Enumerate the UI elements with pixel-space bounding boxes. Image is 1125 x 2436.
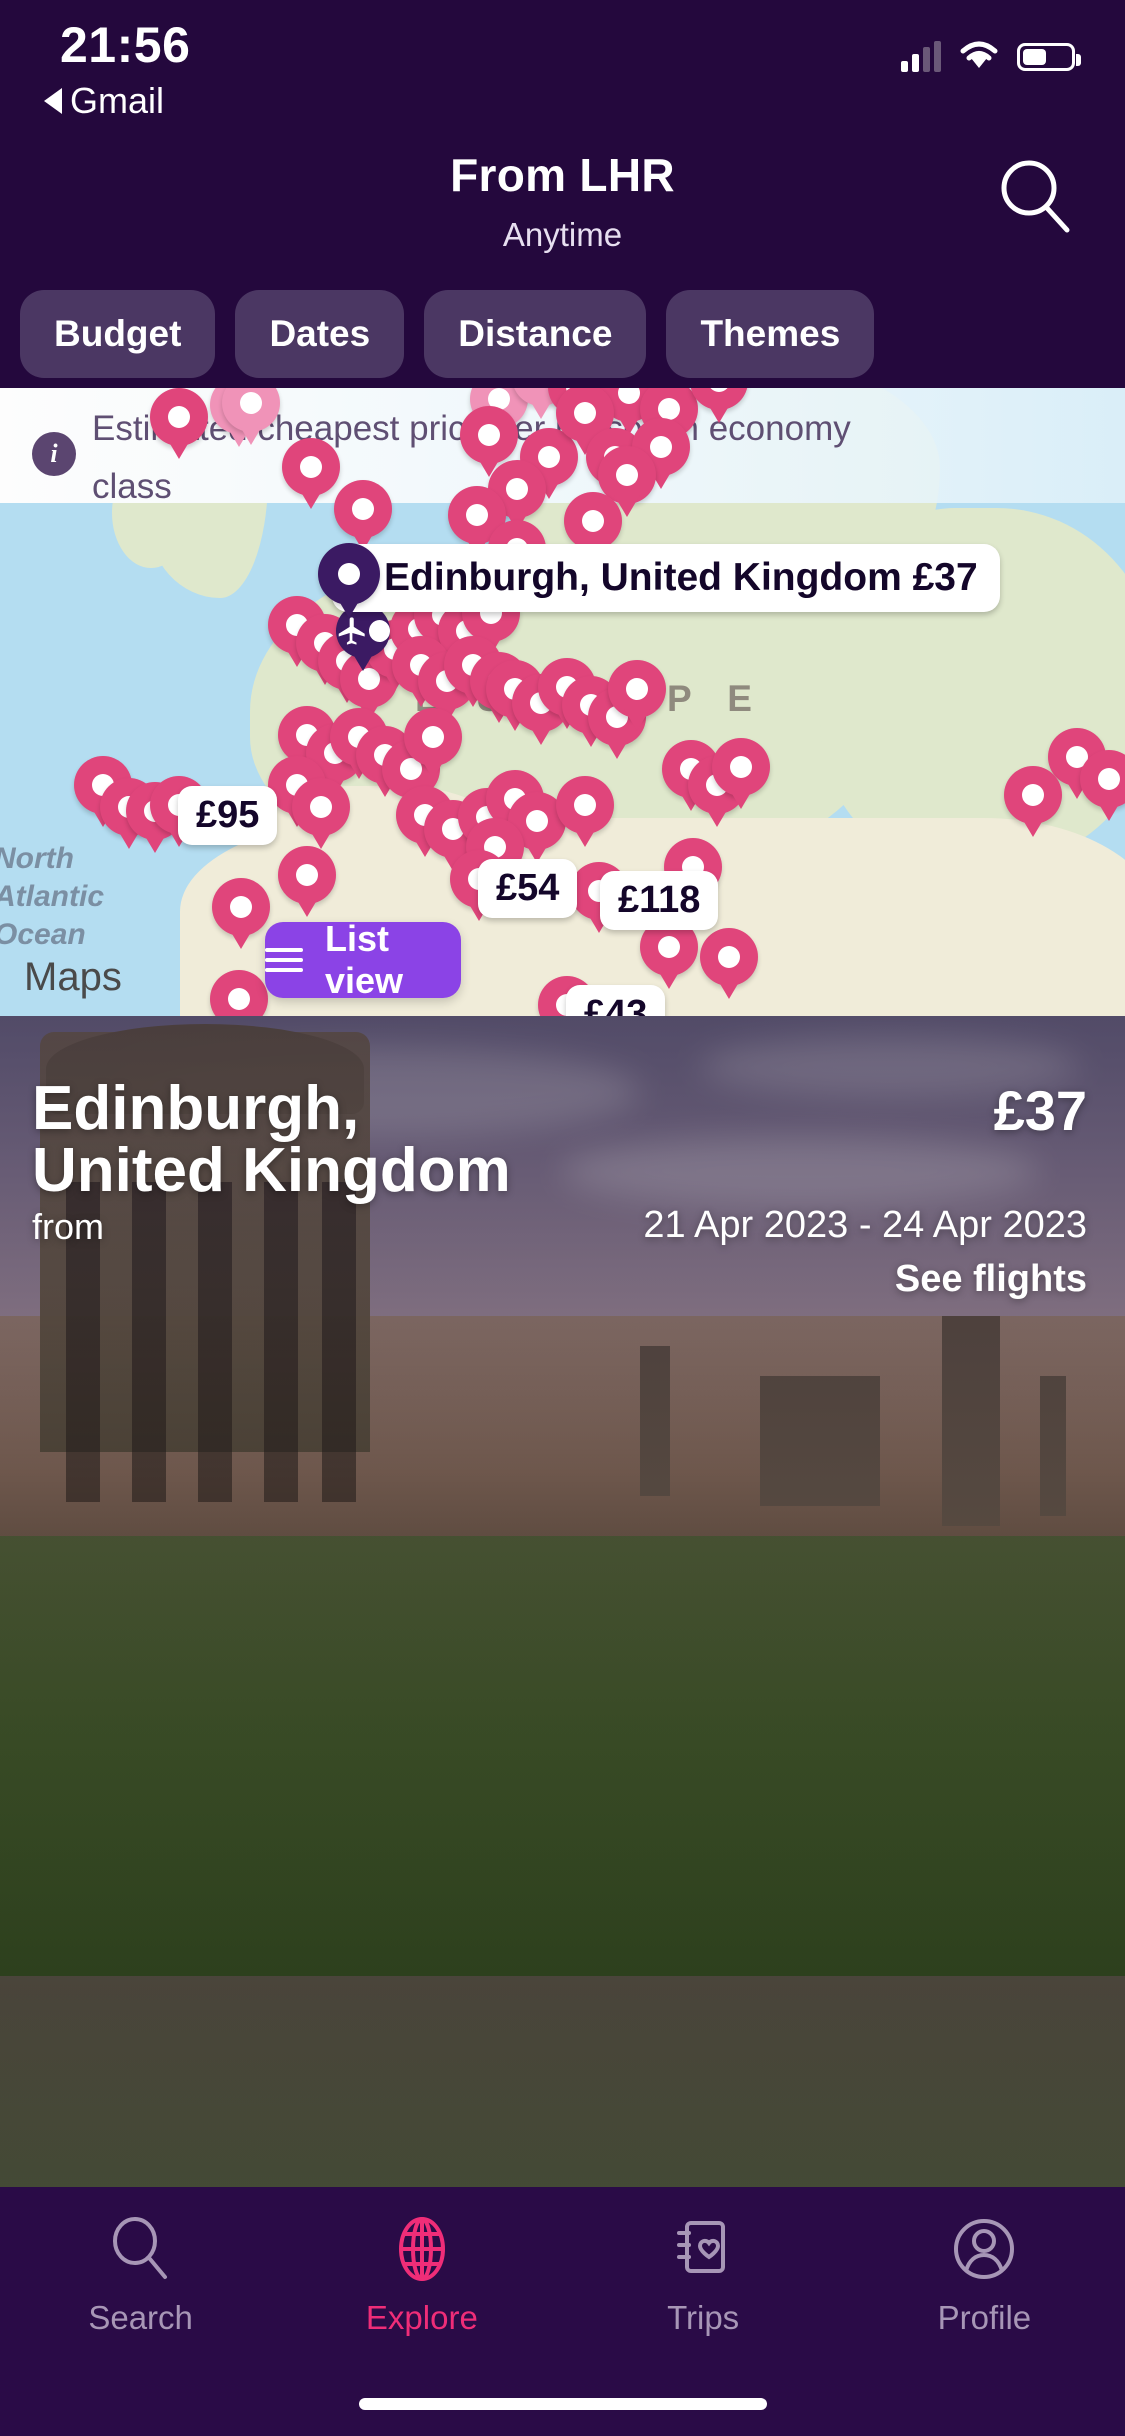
destination-price: £37	[993, 1079, 1087, 1142]
back-to-gmail-button[interactable]: Gmail	[44, 80, 164, 122]
back-arrow-icon	[44, 88, 62, 114]
maps-attribution-label: Maps	[24, 955, 122, 999]
map-pin[interactable]	[690, 388, 748, 423]
status-indicators	[901, 38, 1081, 75]
tab-explore[interactable]: Explore	[281, 2211, 562, 2337]
globe-icon	[398, 2217, 445, 2281]
signal-icon	[901, 40, 941, 72]
map-view[interactable]: E U R O P E NorthAtlanticOcean	[0, 388, 1125, 1016]
filter-chip-distance[interactable]: Distance	[424, 290, 647, 378]
see-flights-button[interactable]: See flights	[895, 1258, 1087, 1301]
map-pin[interactable]	[712, 738, 770, 809]
destination-from-label: from	[32, 1206, 104, 1247]
map-pin[interactable]	[222, 388, 280, 445]
status-bar: 21:56 Gmail	[0, 0, 1125, 132]
filter-chips: Budget Dates Distance Themes	[0, 280, 1125, 388]
map-pin[interactable]	[1004, 766, 1062, 837]
map-price-label[interactable]: £54	[478, 859, 578, 918]
map-pin[interactable]	[212, 878, 270, 949]
tab-label-search: Search	[88, 2299, 193, 2336]
map-pin[interactable]	[334, 480, 392, 551]
tab-label-profile: Profile	[937, 2299, 1032, 2336]
app-header: From LHR Anytime	[0, 132, 1125, 280]
filter-chip-dates[interactable]: Dates	[235, 290, 405, 378]
map-pin[interactable]	[556, 776, 614, 847]
info-icon: i	[32, 432, 76, 476]
destination-dates: 21 Apr 2023 - 24 Apr 2023	[643, 1204, 1087, 1246]
map-pin[interactable]	[278, 846, 336, 917]
filter-chip-budget[interactable]: Budget	[20, 290, 216, 378]
battery-icon	[1017, 42, 1081, 71]
search-icon[interactable]	[993, 154, 1077, 238]
status-time: 21:56	[60, 17, 191, 73]
page-subtitle: Anytime	[502, 216, 623, 253]
map-ocean-label: North Atlantic Ocean	[0, 842, 105, 951]
map-pin[interactable]	[282, 438, 340, 509]
trips-icon	[677, 2221, 726, 2273]
list-view-label: List view	[325, 918, 404, 1001]
map-pin[interactable]	[608, 660, 666, 731]
apple-maps-attribution: Maps	[22, 955, 122, 1000]
map-price-label[interactable]: £43	[566, 985, 666, 1016]
page-title: From LHR	[450, 149, 675, 201]
list-view-button[interactable]: List view	[265, 918, 461, 1001]
wifi-icon	[957, 38, 1001, 75]
back-label: Gmail	[70, 80, 165, 121]
map-pin[interactable]	[292, 778, 350, 849]
tab-label-trips: Trips	[667, 2299, 740, 2336]
map-price-label[interactable]: £118	[600, 871, 719, 930]
map-pin[interactable]	[150, 388, 208, 459]
search-icon	[112, 2217, 167, 2279]
map-price-label[interactable]: £95	[178, 786, 278, 845]
destination-city-name: Edinburgh, United Kingdom	[32, 1074, 511, 1205]
map-pin[interactable]	[1080, 750, 1125, 821]
home-indicator	[358, 2398, 767, 2410]
filter-chip-themes[interactable]: Themes	[666, 290, 875, 378]
map-selected-label[interactable]: Edinburgh, United Kingdom £37	[332, 544, 1000, 612]
map-pin[interactable]	[210, 970, 268, 1016]
tab-trips[interactable]: Trips	[563, 2211, 844, 2337]
map-pin-selected[interactable]	[318, 543, 380, 618]
list-icon	[265, 948, 303, 972]
tab-profile[interactable]: Profile	[844, 2211, 1125, 2337]
map-pin[interactable]	[404, 708, 462, 779]
bottom-tab-bar: Search Explore Trips Profile	[0, 2187, 1125, 2436]
map-pin[interactable]	[700, 928, 758, 999]
profile-icon	[954, 2219, 1015, 2279]
tab-search[interactable]: Search	[0, 2211, 281, 2337]
tab-label-explore: Explore	[365, 2299, 478, 2336]
